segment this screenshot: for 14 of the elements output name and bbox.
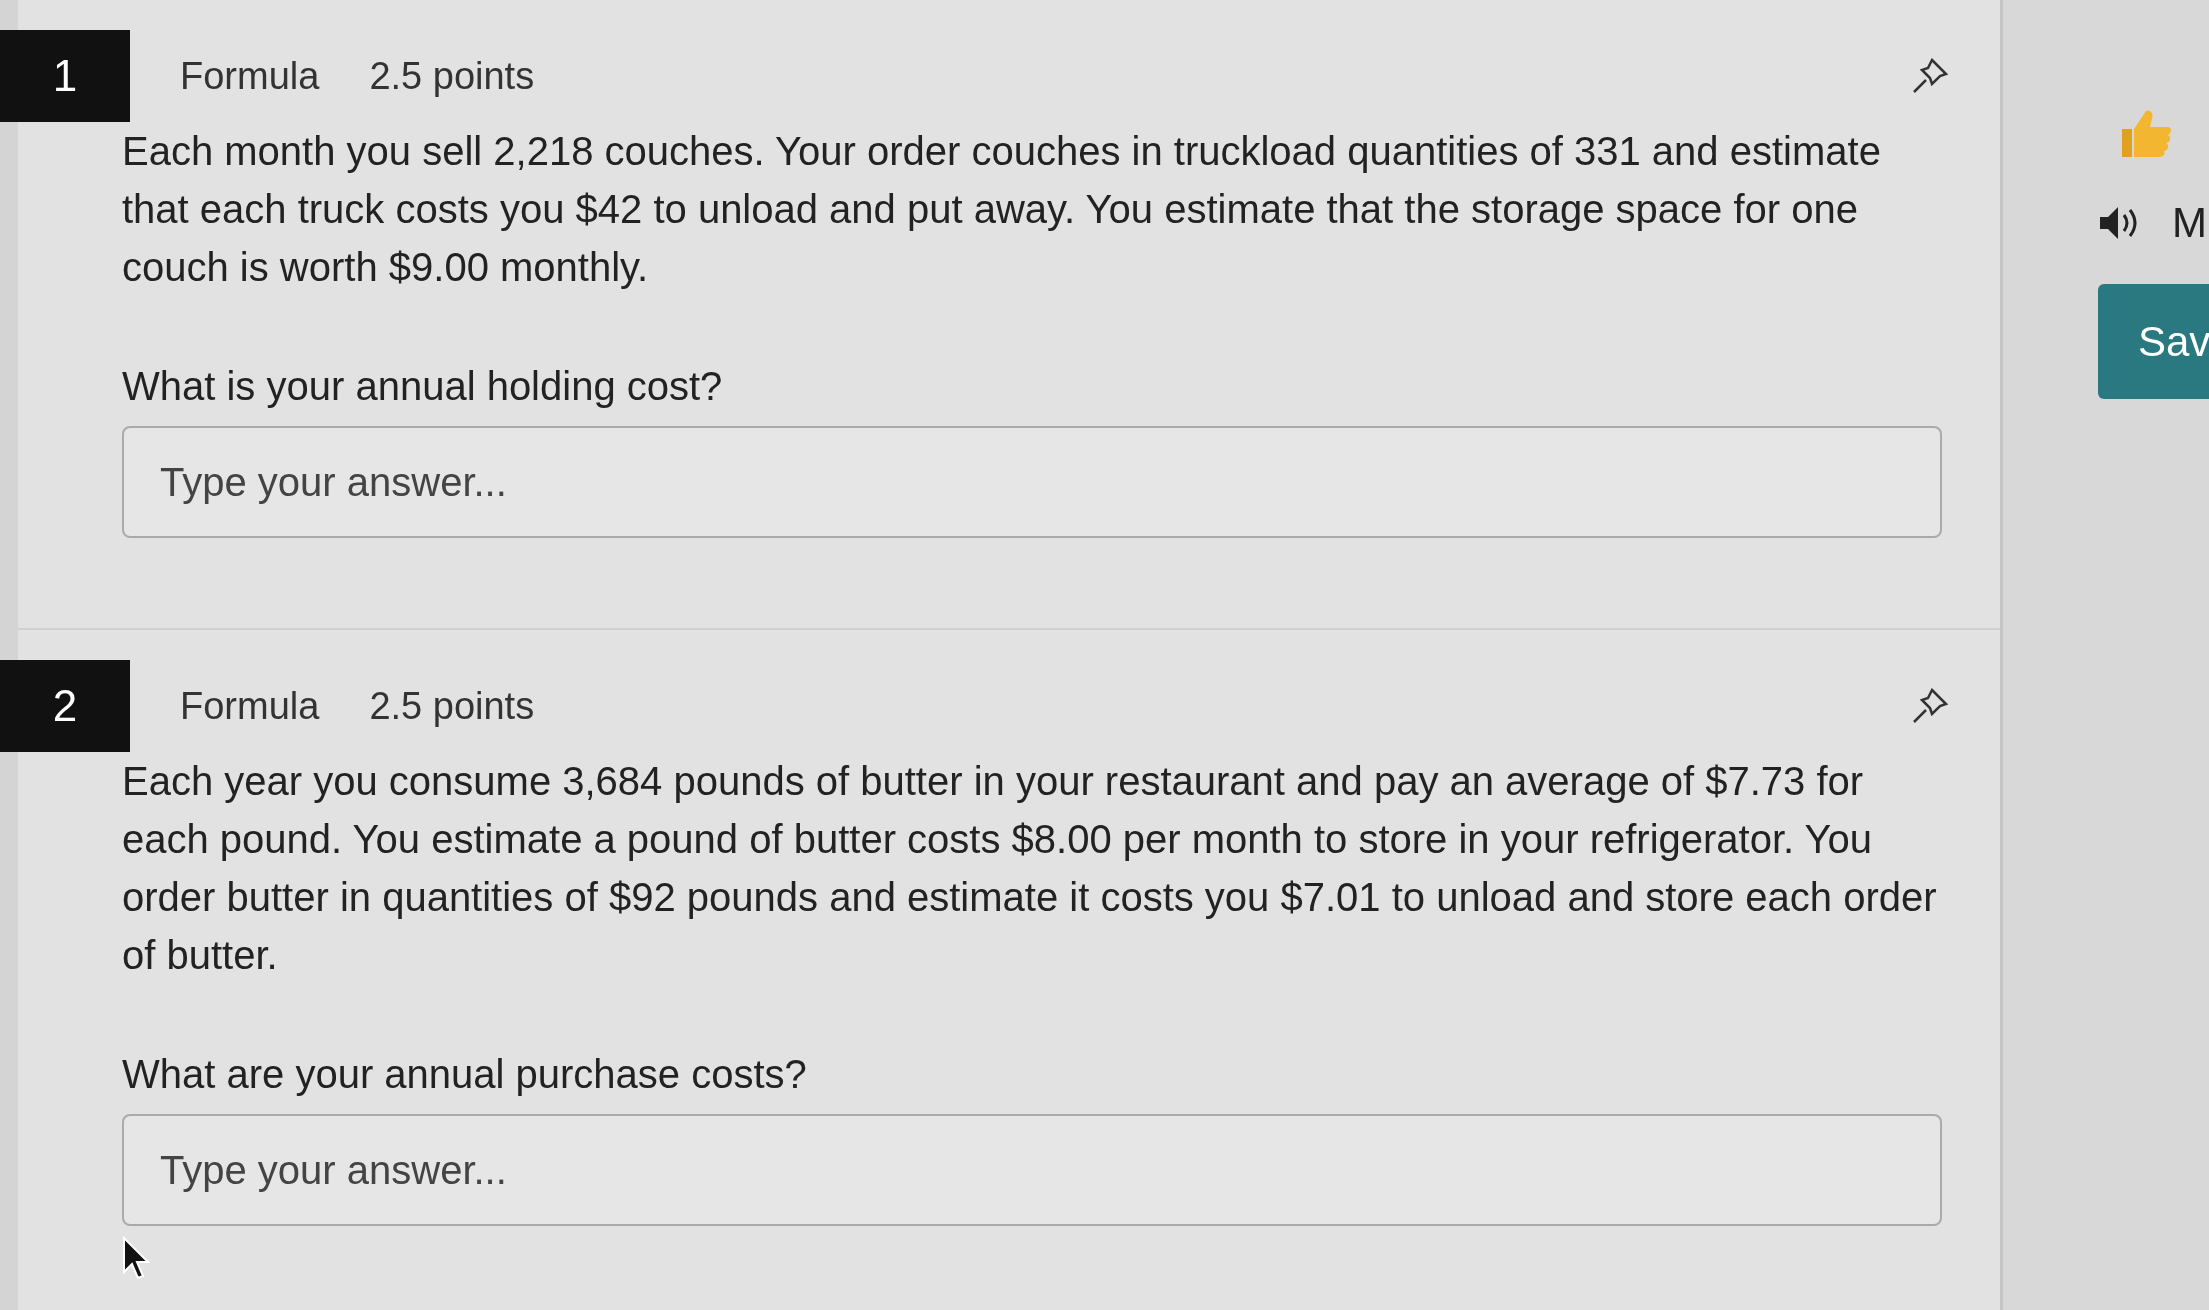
question-number: 2	[0, 660, 130, 752]
question-text: Each month you sell 2,218 couches. Your order couches in truckload quantities of 331 and estimate that each truck costs you $42 to unload and put away. You estimate that the storage space for one couch is worth $9.00 monthly.	[122, 128, 1882, 291]
answer-field[interactable]: Type your answer...	[122, 426, 1942, 538]
question-text: Each year you consume 3,684 pounds of butter in your restaurant and pay an average of $7.73 for each pound. You estimate a pound of butter costs $8.00 per month to store in your refrigerator. You order butter in quantities of $92 pounds and estimate it costs you $7.01 to unload and store each order of butter.	[122, 758, 1938, 979]
sidebar-label: M	[2172, 198, 2207, 248]
question-points: 2.5 points	[369, 683, 535, 729]
question-prompt: What is your annual holding cost?	[122, 363, 724, 410]
question-type: Formula	[180, 53, 320, 99]
question-type: Formula	[180, 683, 320, 729]
question-points: 2.5 points	[369, 53, 535, 99]
pointer-icon	[122, 1236, 152, 1280]
answer-field[interactable]: Type your answer...	[122, 1114, 1942, 1226]
question-number: 1	[0, 30, 130, 122]
question-prompt: What are your annual purchase costs?	[122, 1051, 808, 1098]
